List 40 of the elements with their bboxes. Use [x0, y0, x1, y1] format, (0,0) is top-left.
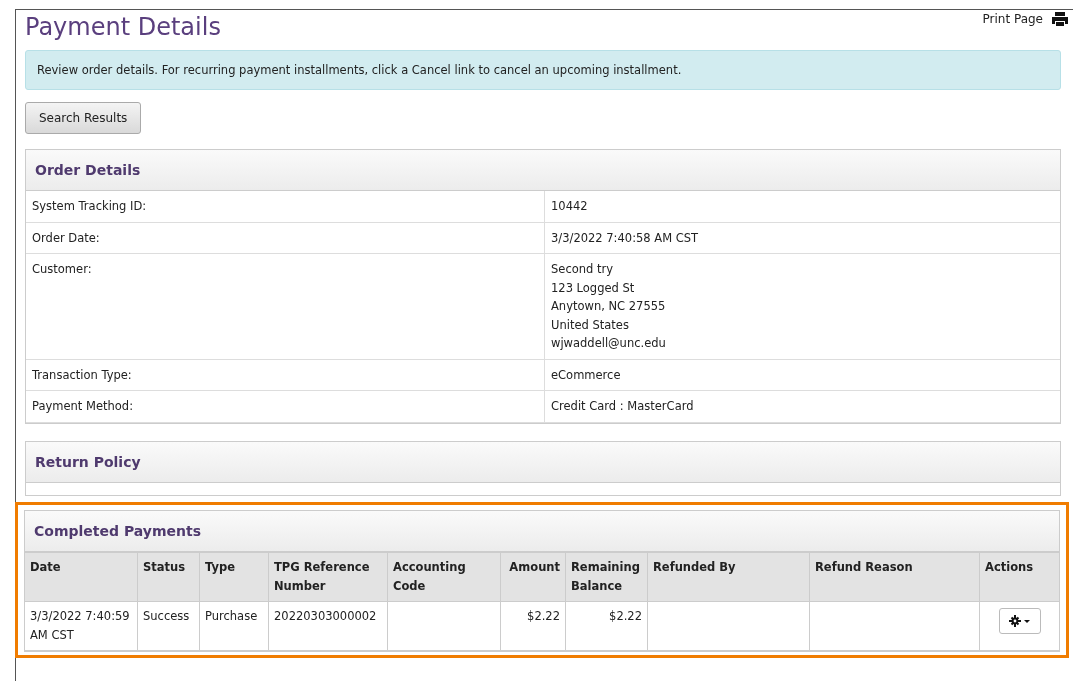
column-header: Accounting Code [393, 559, 466, 593]
page-title: Payment Details [25, 12, 221, 42]
search-results-button[interactable]: Search Results [25, 102, 142, 134]
field-value: 123 Logged St [551, 279, 636, 297]
table-cell: $2.22 [527, 608, 560, 623]
field-label: System Tracking ID: [32, 199, 147, 213]
print-page-link[interactable]: Print Page [982, 11, 1069, 27]
column-header: Refund Reason [815, 559, 913, 574]
table-cell: Success [143, 608, 190, 623]
field-value: 3/3/2022 7:40:58 AM CST [551, 229, 700, 247]
table-cell: 3/3/2022 7:40:59 AM CST [30, 608, 130, 642]
field-label: Payment Method: [32, 399, 133, 413]
table-cell: $2.22 [609, 608, 642, 623]
field-label: Transaction Type: [32, 367, 132, 382]
table-cell: Purchase [205, 608, 258, 623]
panel-title: Return Policy [35, 453, 141, 470]
column-header: Actions [985, 559, 1034, 574]
field-label: Order Date: [32, 230, 100, 245]
field-value: 10442 [551, 198, 589, 215]
panel-title: Completed Payments [34, 522, 201, 539]
column-header: Date [30, 559, 61, 574]
info-alert: Review order details. For recurring payment installments, click a Cancel link to cancel an upcoming installment. [25, 50, 1061, 90]
field-value: wjwaddell@unc.edu [551, 335, 667, 352]
column-header: Amount [509, 559, 560, 574]
actions-dropdown-button[interactable] [998, 607, 1041, 634]
column-header: Remaining Balance [571, 559, 640, 593]
field-label: Customer: [32, 262, 92, 276]
field-value: United States [551, 316, 630, 334]
field-value: Second try [551, 261, 615, 278]
column-header: Type [205, 559, 235, 574]
gear-icon [1008, 614, 1031, 627]
column-header: Status [143, 559, 186, 574]
table-cell: 20220303000002 [274, 608, 377, 623]
printer-icon [1051, 11, 1069, 27]
field-value: Credit Card : MasterCard [551, 398, 695, 415]
panel-title: Order Details [35, 162, 141, 178]
field-value: eCommerce [551, 366, 622, 384]
column-header: TPG Reference Number [274, 559, 370, 593]
field-value: Anytown, NC 27555 [551, 298, 667, 315]
column-header: Refunded By [653, 559, 736, 574]
